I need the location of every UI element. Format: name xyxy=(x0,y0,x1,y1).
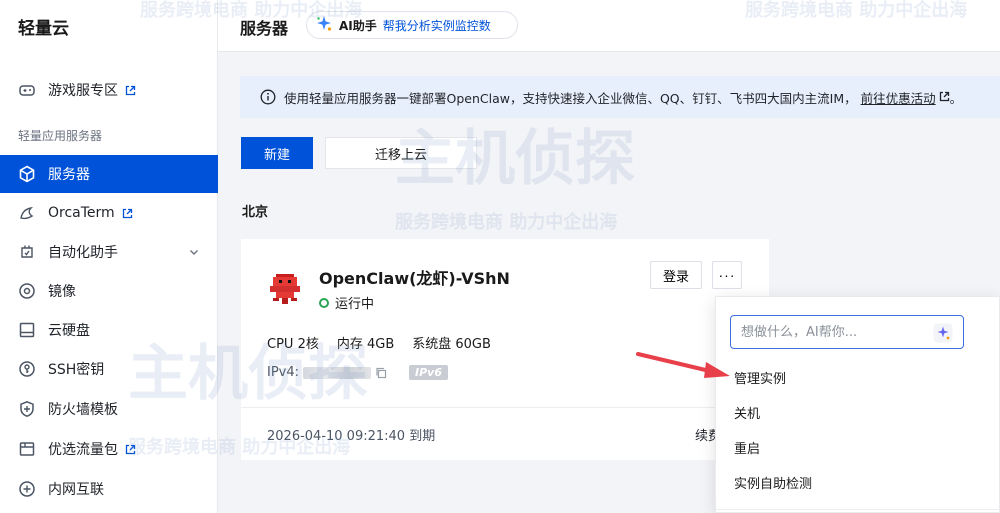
ai-sparkle-icon xyxy=(315,15,333,36)
spec-memory: 内存 4GB xyxy=(336,337,395,352)
sidebar-item-label: 服务器 xyxy=(48,167,90,183)
promo-link[interactable]: 前往优惠活动 xyxy=(861,88,950,107)
new-instance-button[interactable]: 新建 xyxy=(241,137,313,169)
sidebar-item-images[interactable]: 镜像 xyxy=(0,272,218,310)
automation-icon xyxy=(18,243,36,261)
shield-icon xyxy=(18,400,36,418)
ipv4-label: IPv4: xyxy=(267,365,300,380)
status-text: 运行中 xyxy=(335,297,375,312)
banner-suffix: 。 xyxy=(949,90,963,106)
sidebar-item-label: 内网互联 xyxy=(48,482,104,498)
sidebar-item-servers[interactable]: 服务器 xyxy=(0,155,218,193)
sidebar-item-game-zone[interactable]: 游戏服专区 xyxy=(0,71,218,109)
ai-sparkle-icon[interactable] xyxy=(933,323,953,343)
more-actions-button[interactable]: ··· xyxy=(712,261,742,289)
login-button[interactable]: 登录 xyxy=(650,261,702,289)
page-title: 服务器 xyxy=(240,19,289,38)
expiry-date: 2026-04-10 09:21:40 到期 xyxy=(267,429,436,444)
sidebar-item-firewall-templates[interactable]: 防火墙模板 xyxy=(0,390,218,428)
divider xyxy=(716,509,1000,510)
gamepad-icon xyxy=(18,81,36,99)
region-label: 北京 xyxy=(242,205,269,220)
ai-assistant-hint: 帮我分析实例监控数 xyxy=(382,18,491,33)
sidebar-item-label: 镜像 xyxy=(48,284,76,300)
key-icon xyxy=(18,360,36,378)
banner-text: 使用轻量应用服务器一键部署OpenClaw，支持快速接入企业微信、QQ、钉钉、飞… xyxy=(284,90,857,106)
spec-cpu: CPU 2核 xyxy=(267,337,319,352)
menu-item-shutdown[interactable]: 关机 xyxy=(734,403,760,422)
ai-assistant-name: AI助手 xyxy=(339,18,377,33)
sidebar-item-label: OrcaTerm xyxy=(48,205,115,221)
more-actions-dropdown: 管理实例 关机 重启 实例自助检测 xyxy=(715,296,1000,513)
cube-icon xyxy=(18,165,36,183)
sidebar-item-label: 自动化助手 xyxy=(48,245,118,261)
network-icon xyxy=(18,480,36,498)
instance-name[interactable]: OpenClaw(龙虾)-VShN xyxy=(319,265,510,289)
sidebar-item-traffic-packages[interactable]: 优选流量包 xyxy=(0,430,218,468)
sidebar-item-cloud-disk[interactable]: 云硬盘 xyxy=(0,311,218,349)
ai-command-input[interactable] xyxy=(730,315,964,349)
traffic-package-icon xyxy=(18,440,36,458)
promo-link-label: 前往优惠活动 xyxy=(860,90,936,106)
sidebar: 轻量云 游戏服专区 轻量应用服务器 服务器 OrcaTerm 自动化助手 镜像 xyxy=(0,0,218,513)
sidebar-item-intranet[interactable]: 内网互联 xyxy=(0,470,218,508)
external-link-icon xyxy=(125,85,136,96)
info-icon xyxy=(260,89,276,105)
menu-item-self-check[interactable]: 实例自助检测 xyxy=(734,473,812,492)
sidebar-item-label: 优选流量包 xyxy=(48,442,118,458)
annotation-arrow-icon xyxy=(636,352,730,378)
disk-icon xyxy=(18,321,36,339)
sidebar-item-label: 游戏服专区 xyxy=(48,83,118,99)
sidebar-item-label: SSH密钥 xyxy=(48,362,105,378)
external-link-icon xyxy=(122,208,133,219)
divider xyxy=(241,407,769,408)
instance-specs: CPU 2核 内存 4GB 系统盘 60GB xyxy=(267,333,491,352)
sidebar-section-label: 轻量应用服务器 xyxy=(18,129,103,143)
ipv4-row: IPv4: IPv6 xyxy=(267,365,449,380)
ipv4-address-redacted xyxy=(303,366,372,379)
ai-assistant-button[interactable]: AI助手 帮我分析实例监控数 xyxy=(306,11,518,39)
lobster-avatar-icon xyxy=(267,271,303,307)
disc-icon xyxy=(18,282,36,300)
sidebar-item-orcaterm[interactable]: OrcaTerm xyxy=(0,194,218,232)
sidebar-item-ssh-keys[interactable]: SSH密钥 xyxy=(0,350,218,388)
sidebar-item-label: 防火墙模板 xyxy=(48,402,118,418)
status-running-icon xyxy=(319,297,329,308)
chevron-down-icon xyxy=(188,246,200,262)
sidebar-item-automation[interactable]: 自动化助手 xyxy=(0,233,218,271)
brand-title: 轻量云 xyxy=(18,19,69,39)
ipv6-badge: IPv6 xyxy=(409,365,449,380)
migrate-to-cloud-button[interactable]: 迁移上云 xyxy=(325,137,477,169)
menu-item-restart[interactable]: 重启 xyxy=(734,438,760,457)
instance-status: 运行中 xyxy=(319,293,374,312)
sidebar-item-label: 云硬盘 xyxy=(48,323,90,339)
spec-system-disk: 系统盘 60GB xyxy=(412,337,491,352)
watermark-slogan: 服务跨境电商 助力中企出海 xyxy=(395,212,618,233)
terminal-icon xyxy=(18,204,36,222)
external-link-icon xyxy=(939,90,950,105)
top-header: 服务器 AI助手 帮我分析实例监控数 xyxy=(218,0,1000,52)
promo-banner: 使用轻量应用服务器一键部署OpenClaw，支持快速接入企业微信、QQ、钉钉、飞… xyxy=(240,76,1000,118)
menu-item-manage-instance[interactable]: 管理实例 xyxy=(734,368,786,387)
external-link-icon xyxy=(125,444,136,455)
copy-icon[interactable] xyxy=(375,367,387,379)
